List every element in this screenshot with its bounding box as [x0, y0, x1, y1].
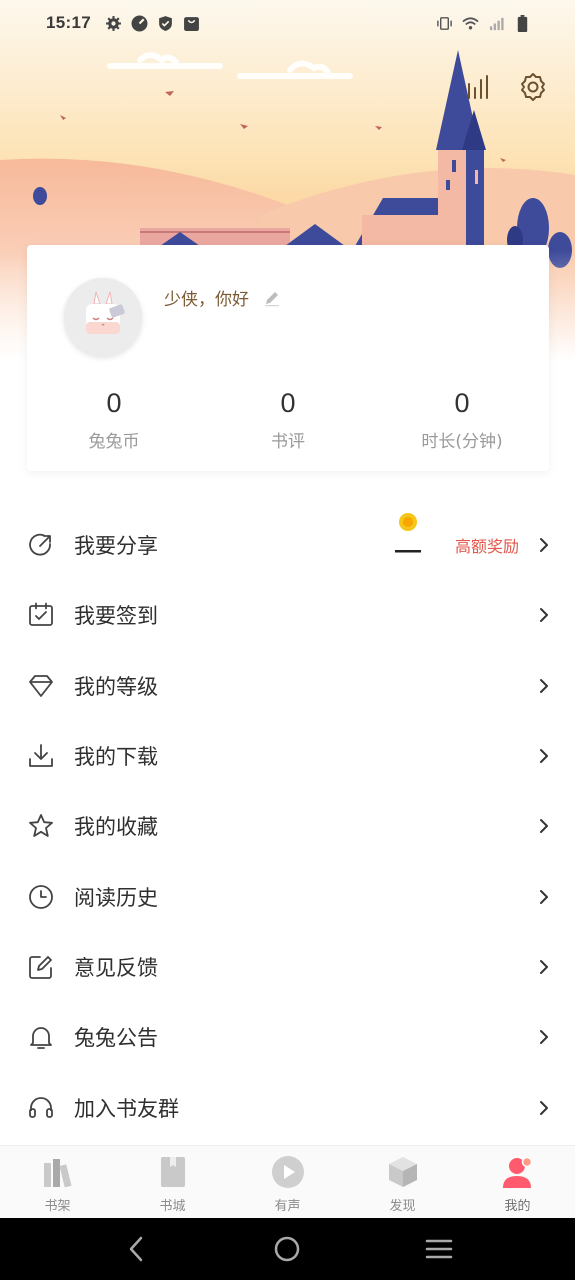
- nav-label: 有声: [274, 1199, 301, 1214]
- status-bar: 15:17: [0, 0, 575, 46]
- speedometer-icon: [131, 15, 148, 31]
- book-icon: [160, 1157, 185, 1187]
- stat-value: 0: [454, 388, 470, 418]
- chevron-right-icon: [540, 1030, 548, 1045]
- greeting[interactable]: 少侠，你好: [164, 285, 281, 310]
- status-time: 15:17: [46, 13, 91, 32]
- download-icon: [29, 744, 53, 767]
- greeting-text: 少侠，你好: [164, 290, 249, 310]
- chevron-right-icon: [540, 889, 548, 904]
- nav-label: 发现: [389, 1199, 416, 1214]
- back-icon: [129, 1236, 143, 1262]
- rabbit-avatar-icon: [64, 278, 142, 356]
- stat-label: 书评: [271, 432, 305, 452]
- stat-value: 0: [106, 388, 122, 418]
- nav-label: 我的: [504, 1199, 531, 1214]
- avatar[interactable]: [64, 278, 142, 356]
- nav-item-bookshelf[interactable]: 书架: [0, 1146, 115, 1218]
- menu-list: 我要分享 高额奖励 我要签到 我的等级 我的下载 我的收藏 阅读历史 意见反馈 …: [0, 510, 575, 1143]
- menu-item-announcements[interactable]: 兔兔公告: [0, 1002, 575, 1072]
- stat-reviews[interactable]: 0 书评: [201, 387, 375, 452]
- wifi-icon: [462, 16, 479, 29]
- chevron-right-icon: [540, 1100, 548, 1115]
- menu-label: 我的收藏: [74, 815, 158, 840]
- chevron-right-icon: [540, 538, 548, 553]
- stat-coins[interactable]: 0 兔兔币: [27, 387, 201, 452]
- shield-icon: [159, 15, 172, 31]
- status-right-icons: [436, 14, 531, 32]
- profile-card: 少侠，你好 0 兔兔币 0 书评 0 时长(分钟): [27, 245, 549, 471]
- share-icon: [29, 533, 51, 556]
- menu-item-level[interactable]: 我的等级: [0, 651, 575, 721]
- nav-item-mine[interactable]: 我的: [460, 1146, 575, 1218]
- stats-icon: [468, 75, 488, 99]
- menu-item-history[interactable]: 阅读历史: [0, 861, 575, 931]
- bottom-nav: 书架 书城 有声 发现 我的: [0, 1145, 575, 1218]
- menu-item-join-group[interactable]: 加入书友群: [0, 1072, 575, 1142]
- headset-icon: [29, 1096, 53, 1118]
- nav-item-audio[interactable]: 有声: [230, 1146, 345, 1218]
- clock-icon: [29, 884, 53, 909]
- menu-item-share[interactable]: 我要分享 高额奖励: [0, 510, 575, 580]
- gear-icon: [106, 15, 121, 31]
- settings-icon: [521, 73, 545, 101]
- diamond-icon: [29, 674, 53, 697]
- stat-value: 0: [280, 388, 296, 418]
- signal-icon: [489, 17, 504, 30]
- bell-icon: [30, 1027, 52, 1050]
- menu-item-checkin[interactable]: 我要签到: [0, 580, 575, 650]
- menu-label: 意见反馈: [74, 955, 158, 980]
- home-circle-icon: [275, 1236, 300, 1262]
- vibrate-icon: [437, 16, 452, 30]
- menu-label: 我的等级: [74, 674, 158, 699]
- menu-lines-icon: [425, 1239, 453, 1259]
- home-button[interactable]: [267, 1229, 307, 1269]
- menu-label: 我的下载: [74, 745, 158, 770]
- recents-button[interactable]: [419, 1229, 459, 1269]
- stats-row: 0 兔兔币 0 书评 0 时长(分钟): [27, 387, 549, 452]
- stat-label: 兔兔币: [88, 432, 140, 452]
- bookshelf-icon: [43, 1159, 72, 1188]
- chevron-right-icon: [540, 959, 548, 974]
- profile-screen: 15:17 少侠，你好 0 兔兔币 0 书评 0 时长(分钟) 我要分享 高额奖…: [0, 0, 575, 1280]
- menu-label: 我要签到: [74, 604, 158, 629]
- chevron-right-icon: [540, 819, 548, 834]
- stat-duration[interactable]: 0 时长(分钟): [375, 387, 549, 452]
- status-left-icons: [105, 15, 200, 32]
- calendar-check-icon: [29, 603, 53, 627]
- coin-reward-icon: [395, 513, 421, 553]
- nav-label: 书城: [159, 1199, 186, 1214]
- menu-item-downloads[interactable]: 我的下载: [0, 721, 575, 791]
- chevron-right-icon: [540, 608, 548, 623]
- cube-icon: [388, 1157, 417, 1187]
- user-icon: [502, 1156, 532, 1188]
- menu-label: 阅读历史: [74, 885, 158, 910]
- pencil-icon[interactable]: [263, 289, 281, 307]
- header-actions: [463, 70, 549, 104]
- menu-label: 兔兔公告: [74, 1026, 158, 1051]
- menu-item-favorites[interactable]: 我的收藏: [0, 791, 575, 861]
- menu-label: 我要分享: [74, 534, 158, 559]
- stats-button[interactable]: [463, 70, 495, 104]
- play-icon: [271, 1156, 304, 1188]
- menu-label: 加入书友群: [74, 1096, 179, 1121]
- back-button[interactable]: [116, 1229, 156, 1269]
- bag-icon: [184, 16, 199, 31]
- star-icon: [29, 814, 53, 838]
- system-nav-bar: [0, 1218, 575, 1280]
- chevron-right-icon: [540, 678, 548, 693]
- nav-item-discover[interactable]: 发现: [345, 1146, 460, 1218]
- settings-button[interactable]: [517, 70, 549, 104]
- nav-item-bookstore[interactable]: 书城: [115, 1146, 230, 1218]
- menu-item-feedback[interactable]: 意见反馈: [0, 932, 575, 1002]
- stat-label: 时长(分钟): [421, 432, 503, 452]
- chevron-right-icon: [540, 749, 548, 764]
- reward-badge: 高额奖励: [454, 537, 519, 557]
- battery-icon: [517, 14, 528, 32]
- edit-icon: [29, 956, 52, 979]
- nav-label: 书架: [44, 1199, 71, 1214]
